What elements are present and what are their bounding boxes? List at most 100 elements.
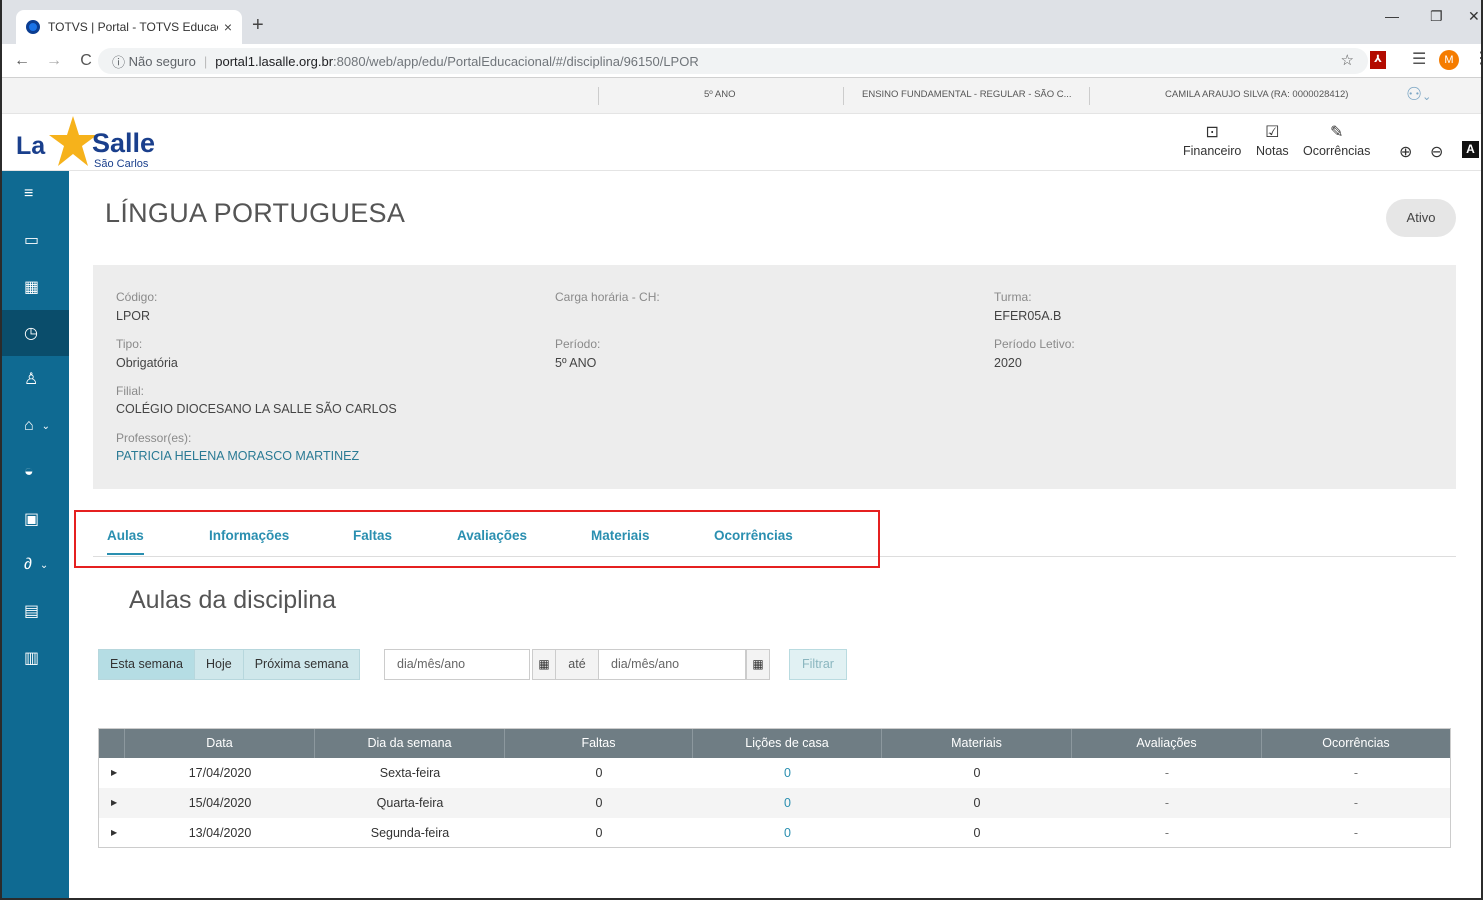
column-header-materiais[interactable]: Materiais [882,729,1072,758]
ocorrencias-button[interactable]: ✎ Ocorrências [1303,122,1370,158]
period-filter-group: Esta semana Hoje Próxima semana [98,649,361,680]
browser-tab[interactable]: TOTVS | Portal - TOTVS Educacional × [16,10,242,44]
periodo-letivo-label: Período Letivo: [994,337,1075,351]
browser-toolbar: ← → C ⓘ Não seguro | portal1.lasalle.org… [2,44,1481,78]
financeiro-button[interactable]: ⊡ Financeiro [1183,122,1241,158]
app-header: La Salle São Carlos ⊡ Financeiro ☑ Notas… [2,114,1481,171]
table-row[interactable]: ▶ 15/04/2020 Quarta-feira 0 0 0 - - [99,788,1450,818]
sidebar-item-financial[interactable]: ▣ [2,496,69,542]
url-separator: | [203,53,208,69]
cell-dia: Segunda-feira [370,826,450,840]
sidebar-item-dashboard[interactable]: ▭ [2,217,69,263]
sidebar-item-table[interactable]: ▥ [2,635,69,681]
tipo-label: Tipo: [116,337,143,351]
sidebar-item-documents[interactable]: ▤ [2,588,69,634]
context-course[interactable]: ENSINO FUNDAMENTAL - REGULAR - SÃO C... [862,89,1072,100]
bookmark-star-icon[interactable]: ☆ [1341,51,1354,69]
column-header-faltas[interactable]: Faltas [505,729,693,758]
sidebar-item-attendance[interactable]: ♙ [2,356,69,402]
sidebar-item-calendar[interactable]: ▦ [2,264,69,310]
turma-label: Turma: [994,290,1032,304]
cell-licoes-link[interactable]: 0 [693,788,882,818]
professor-link[interactable]: PATRICIA HELENA MORASCO MARTINEZ [116,449,359,463]
logo-subtitle: São Carlos [94,158,149,170]
column-header-avaliacoes[interactable]: Avaliações [1072,729,1262,758]
table-row[interactable]: ▶ 17/04/2020 Sexta-feira 0 0 0 - - [99,758,1450,788]
user-menu-icon[interactable]: ⚇⌄ [1406,84,1431,105]
expand-row-icon[interactable]: ▶ [111,788,117,818]
periodo-letivo-value: 2020 [994,356,1022,370]
start-date-input[interactable]: dia/mês/ano [384,649,530,680]
sidebar-item-schedule[interactable]: ◷ [2,310,69,356]
lessons-table: Data Dia da semana Faltas Lições de casa… [98,728,1451,848]
column-header-data[interactable]: Data [125,729,315,758]
browser-menu-icon[interactable]: ⋮ [1473,48,1481,68]
zoom-out-icon[interactable]: ⊖ [1430,142,1443,162]
end-date-input[interactable]: dia/mês/ano [599,649,746,680]
cell-data: 17/04/2020 [188,766,252,780]
security-label: Não seguro [128,53,196,69]
discipline-details: Código: LPOR Carga horária - CH: Turma: … [93,265,1456,489]
cell-licoes-link[interactable]: 0 [693,758,882,788]
cell-ocorrencias: - [1353,766,1359,780]
column-header-licoes[interactable]: Lições de casa [693,729,882,758]
filter-button[interactable]: Filtrar [789,649,847,680]
address-bar[interactable]: ⓘ Não seguro | portal1.lasalle.org.br :8… [98,48,1368,74]
table-icon: ▥ [24,650,40,667]
cell-avaliacoes: - [1164,796,1170,810]
reload-icon[interactable]: C [74,52,98,70]
sidebar: ≡ ▭ ▦ ◷ ♙ ⌂ ⌄ ◒ ▣ ∂ ⌄ ▤ ▥ [2,171,69,898]
column-header-ocorrencias[interactable]: Ocorrências [1262,729,1450,758]
new-tab-button[interactable]: + [252,14,264,37]
column-header-dia[interactable]: Dia da semana [315,729,505,758]
context-period[interactable]: 5º ANO [704,89,735,100]
cell-faltas: 0 [595,796,603,810]
periodo-value: 5º ANO [555,356,597,370]
today-button[interactable]: Hoje [194,649,244,680]
profile-avatar[interactable]: M [1439,50,1459,70]
cell-materiais: 0 [973,766,981,780]
forward-icon[interactable]: → [42,52,66,70]
carga-label: Carga horária - CH: [555,290,660,304]
cell-faltas: 0 [595,826,603,840]
expand-row-icon[interactable]: ▶ [111,818,117,848]
sidebar-item-inbox[interactable]: ◒ [2,449,69,495]
calendar-icon[interactable]: ▦ [746,649,770,680]
monitor-icon: ▭ [24,232,40,249]
this-week-button[interactable]: Esta semana [98,649,195,680]
zoom-in-icon[interactable]: ⊕ [1399,142,1412,162]
ocorrencias-label: Ocorrências [1303,144,1371,158]
sidebar-item-links[interactable]: ∂ ⌄ [2,542,69,588]
cell-licoes-link[interactable]: 0 [693,818,882,848]
pdf-extension-icon[interactable]: ⅄ [1370,51,1386,69]
cell-data: 13/04/2020 [188,826,252,840]
grade-icon: ☑ [1265,124,1280,141]
star-logo-icon [49,116,97,166]
minimize-icon[interactable]: — [1385,8,1399,24]
calendar-icon[interactable]: ▦ [532,649,556,680]
codigo-label: Código: [116,290,158,304]
table-row[interactable]: ▶ 13/04/2020 Segunda-feira 0 0 0 - - [99,818,1450,848]
financeiro-label: Financeiro [1183,144,1242,158]
contrast-icon[interactable]: A [1462,141,1479,158]
sidebar-menu-toggle[interactable]: ≡ [2,171,69,217]
close-tab-icon[interactable]: × [224,19,232,35]
logo-la: La [16,132,46,160]
notas-button[interactable]: ☑ Notas [1256,122,1289,158]
periodo-label: Período: [555,337,601,351]
cell-ocorrencias: - [1353,826,1359,840]
tipo-value: Obrigatória [116,356,178,370]
turma-value: EFER05A.B [994,309,1062,323]
back-icon[interactable]: ← [10,52,34,70]
next-week-button[interactable]: Próxima semana [243,649,361,680]
info-icon[interactable]: ⓘ [112,52,129,71]
close-window-icon[interactable]: ✕ [1468,8,1480,25]
lasalle-logo[interactable]: La Salle São Carlos [12,114,172,171]
context-student[interactable]: CAMILA ARAUJO SILVA (RA: 0000028412) [1165,89,1348,100]
clock-icon: ◷ [24,325,38,342]
sidebar-item-academic[interactable]: ⌂ ⌄ [2,403,69,449]
reading-list-icon[interactable]: ☰ [1412,49,1426,69]
expand-row-icon[interactable]: ▶ [111,758,117,788]
totvs-favicon-icon [26,20,40,34]
restore-icon[interactable]: ❐ [1430,8,1443,25]
